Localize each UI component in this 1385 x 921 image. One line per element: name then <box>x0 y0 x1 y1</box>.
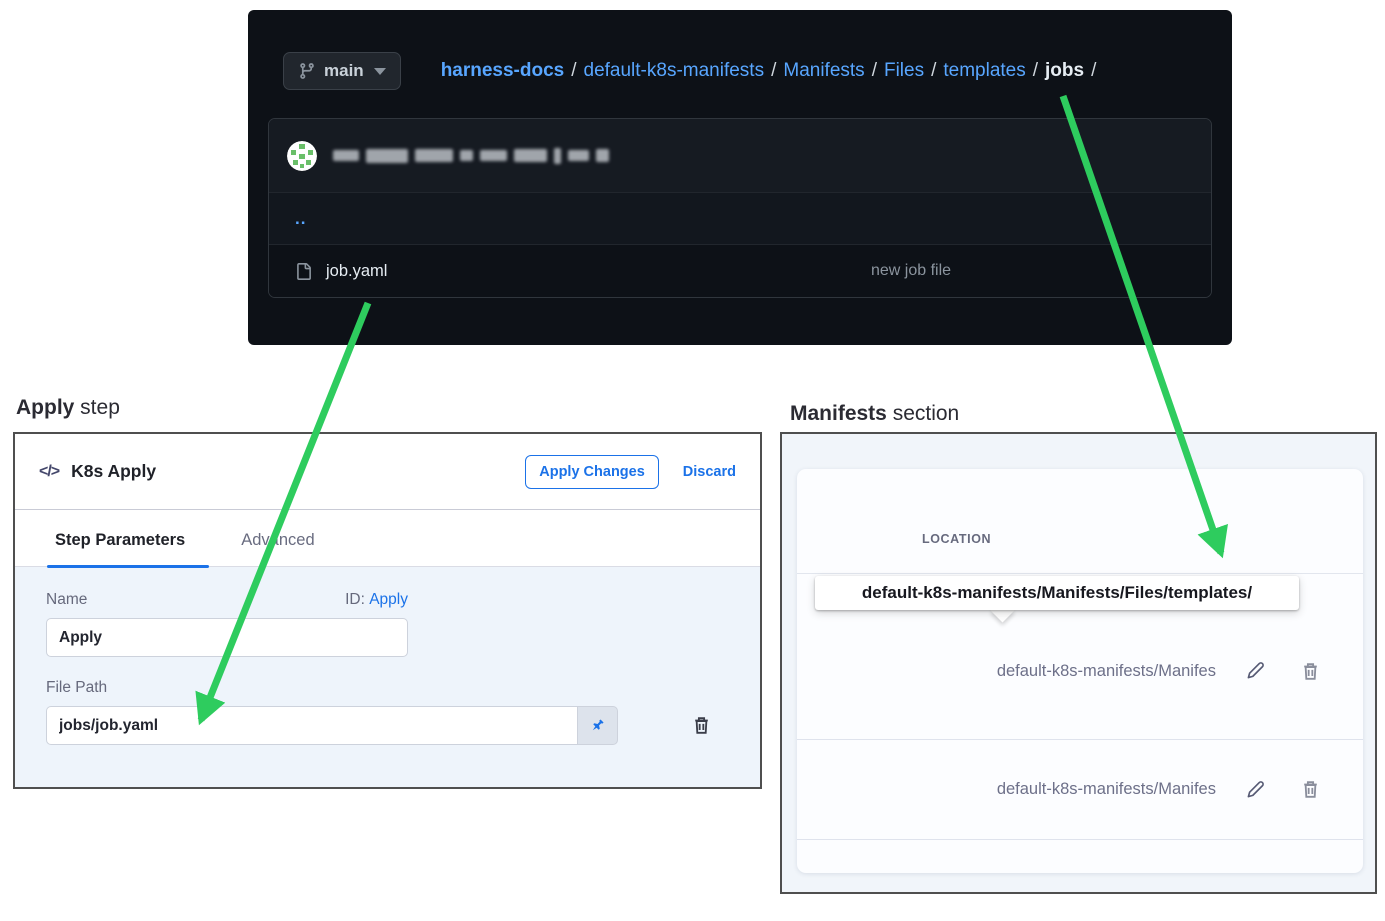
pin-icon <box>590 718 605 733</box>
trash-icon <box>691 715 712 736</box>
delete-file-path-button[interactable] <box>691 715 712 736</box>
step-id: ID: Apply <box>345 591 408 609</box>
id-value-link[interactable]: Apply <box>369 591 408 608</box>
breadcrumb-separator: / <box>771 60 776 82</box>
breadcrumb-separator: / <box>1091 60 1096 82</box>
trash-icon <box>1300 661 1321 682</box>
file-list-box: .. job.yaml new job file <box>268 118 1212 298</box>
delete-manifest-button[interactable] <box>1296 657 1325 686</box>
code-icon: </> <box>39 463 59 481</box>
breadcrumb-segment[interactable]: default-k8s-manifests <box>584 60 765 82</box>
manifests-card: LOCATION default-k8s-manifests/Manifes <box>797 469 1363 873</box>
breadcrumb-separator: / <box>931 60 936 82</box>
breadcrumb: harness-docs / default-k8s-manifests / M… <box>441 60 1097 82</box>
edit-manifest-button[interactable] <box>1240 656 1270 686</box>
tab-advanced[interactable]: Advanced <box>239 531 316 566</box>
caption-bold: Apply <box>16 396 74 419</box>
manifest-row: default-k8s-manifests/Manifes <box>797 740 1363 840</box>
page: main harness-docs / default-k8s-manifest… <box>0 0 1385 921</box>
tab-step-parameters[interactable]: Step Parameters <box>53 531 187 566</box>
trash-icon <box>1300 779 1321 800</box>
edit-pencil-icon <box>1244 779 1266 801</box>
step-tabs: Step Parameters Advanced <box>15 510 760 567</box>
fixed-value-pin-button[interactable] <box>577 706 618 745</box>
parent-directory-row[interactable]: .. <box>269 193 1211 245</box>
caption-rest: step <box>74 396 120 419</box>
breadcrumb-current-dir: jobs <box>1045 60 1084 82</box>
breadcrumb-segment[interactable]: Manifests <box>783 60 864 82</box>
manifests-section-caption: Manifests section <box>790 402 959 426</box>
name-input[interactable] <box>46 618 408 657</box>
edit-pencil-icon <box>1244 660 1266 682</box>
apply-step-caption: Apply step <box>16 396 120 420</box>
delete-manifest-button[interactable] <box>1296 775 1325 804</box>
step-title: K8s Apply <box>71 461 156 482</box>
step-actions: Apply Changes Discard <box>525 455 736 489</box>
breadcrumb-segment-templates[interactable]: templates <box>943 60 1025 82</box>
file-link-job-yaml[interactable]: job.yaml <box>326 262 387 281</box>
location-column-header: LOCATION <box>922 532 991 546</box>
commit-message-link[interactable]: new job file <box>871 262 951 280</box>
commit-author-avatar <box>287 141 317 171</box>
discard-button[interactable]: Discard <box>683 464 736 480</box>
caption-bold: Manifests <box>790 402 887 425</box>
redacted-commit-text <box>333 148 609 164</box>
breadcrumb-segment[interactable]: Files <box>884 60 924 82</box>
location-tooltip: default-k8s-manifests/Manifests/Files/te… <box>815 576 1299 610</box>
github-toolbar: main harness-docs / default-k8s-manifest… <box>283 52 1212 90</box>
branch-selector[interactable]: main <box>283 52 401 90</box>
manifest-location[interactable]: default-k8s-manifests/Manifes <box>997 780 1216 799</box>
breadcrumb-separator: / <box>872 60 877 82</box>
step-parameters-form: Name ID: Apply File Path <box>15 567 760 787</box>
identicon <box>287 141 317 171</box>
parent-directory-link[interactable]: .. <box>295 209 306 229</box>
github-file-browser: main harness-docs / default-k8s-manifest… <box>248 10 1232 345</box>
id-label: ID: <box>345 591 365 608</box>
manifests-panel: LOCATION default-k8s-manifests/Manifes <box>780 432 1377 894</box>
file-icon <box>295 263 312 280</box>
file-row-job-yaml[interactable]: job.yaml new job file <box>269 245 1211 297</box>
file-path-input[interactable] <box>46 706 577 745</box>
edit-manifest-button[interactable] <box>1240 775 1270 805</box>
chevron-down-icon <box>374 68 386 75</box>
step-header: </> K8s Apply Apply Changes Discard <box>15 434 760 510</box>
apply-changes-button[interactable]: Apply Changes <box>525 455 659 489</box>
name-label-row: Name ID: Apply <box>46 591 408 609</box>
file-path-input-group <box>46 706 618 745</box>
latest-commit-row[interactable] <box>269 119 1211 193</box>
name-field-label: Name <box>46 591 87 609</box>
apply-step-panel: </> K8s Apply Apply Changes Discard Step… <box>13 432 762 789</box>
breadcrumb-repo[interactable]: harness-docs <box>441 60 565 82</box>
file-path-row <box>46 706 729 745</box>
file-path-field-label: File Path <box>46 679 107 696</box>
breadcrumb-separator: / <box>1033 60 1038 82</box>
manifest-location[interactable]: default-k8s-manifests/Manifes <box>997 662 1216 681</box>
git-branch-icon <box>298 62 316 80</box>
caption-rest: section <box>887 402 959 425</box>
breadcrumb-separator: / <box>571 60 576 82</box>
branch-name: main <box>324 61 364 81</box>
